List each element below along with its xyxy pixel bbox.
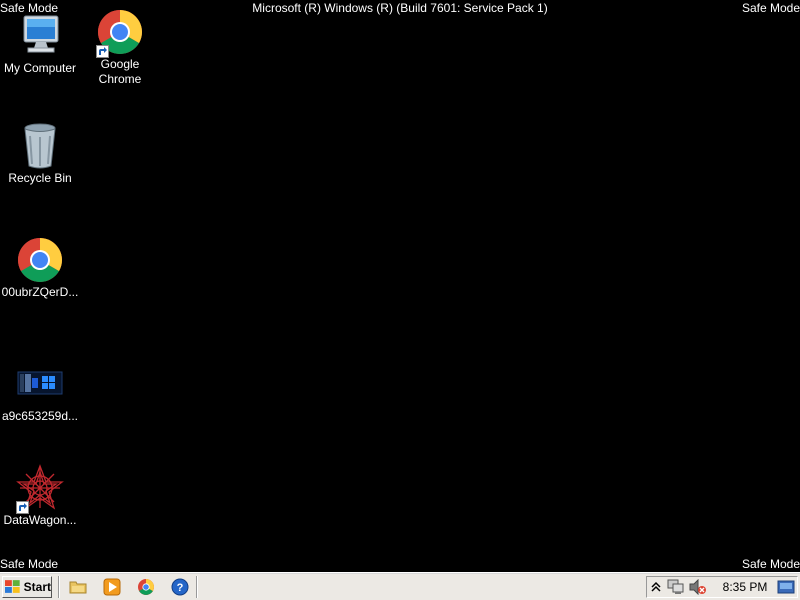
start-button[interactable]: Start (2, 576, 52, 598)
desktop-icon-label: My Computer (3, 61, 77, 75)
svg-text:?: ? (177, 582, 184, 594)
desktop-icon-recycle-bin[interactable]: Recycle Bin (0, 122, 80, 186)
network-icon[interactable] (667, 579, 685, 595)
chrome-icon (96, 8, 144, 58)
desktop-icon-label: DataWagon... (3, 513, 77, 527)
system-tray: 8:35 PM (646, 576, 798, 598)
desktop[interactable]: Safe Mode Microsoft (R) Windows (R) (Bui… (0, 0, 800, 600)
desktop-icon-google-chrome[interactable]: Google Chrome (80, 8, 160, 87)
image-file-icon (16, 360, 64, 408)
media-player-icon[interactable] (103, 578, 121, 596)
chrome-icon (16, 236, 64, 284)
desktop-icon-my-computer[interactable]: My Computer (0, 12, 80, 76)
desktop-icon-label: 00ubrZQerD... (1, 285, 79, 299)
help-icon[interactable]: ? (171, 578, 189, 596)
desktop-icon-label: Recycle Bin (8, 171, 72, 185)
safe-mode-label-bottom-right: Safe Mode (741, 557, 800, 571)
safe-mode-label-bottom-left: Safe Mode (0, 557, 59, 571)
spiral-icon (16, 464, 64, 514)
taskbar: Start ? 8:35 PM (0, 572, 800, 600)
clock[interactable]: 8:35 PM (717, 580, 773, 594)
shortcut-arrow-icon (16, 501, 29, 514)
show-desktop-icon[interactable] (777, 579, 795, 595)
computer-icon (16, 12, 64, 60)
windows-logo-icon (5, 580, 20, 593)
desktop-icon-label: Google Chrome (98, 57, 142, 86)
desktop-icon-image-file[interactable]: a9c653259d... (0, 360, 80, 424)
desktop-icon-label: a9c653259d... (1, 409, 79, 423)
chrome-icon[interactable] (137, 578, 155, 596)
desktop-icon-datawagon[interactable]: DataWagon... (0, 464, 80, 528)
desktop-icon-chrome-file[interactable]: 00ubrZQerD... (0, 236, 80, 300)
start-label: Start (23, 580, 51, 594)
volume-muted-icon[interactable] (689, 579, 707, 595)
show-hidden-icons-chevron[interactable] (650, 579, 662, 595)
taskbar-separator (196, 576, 198, 598)
explorer-folder-icon[interactable] (69, 578, 87, 596)
shortcut-arrow-icon (96, 45, 109, 58)
safe-mode-label-top-right: Safe Mode (741, 1, 800, 15)
recycle-bin-icon (16, 122, 64, 170)
taskbar-separator (58, 576, 60, 598)
